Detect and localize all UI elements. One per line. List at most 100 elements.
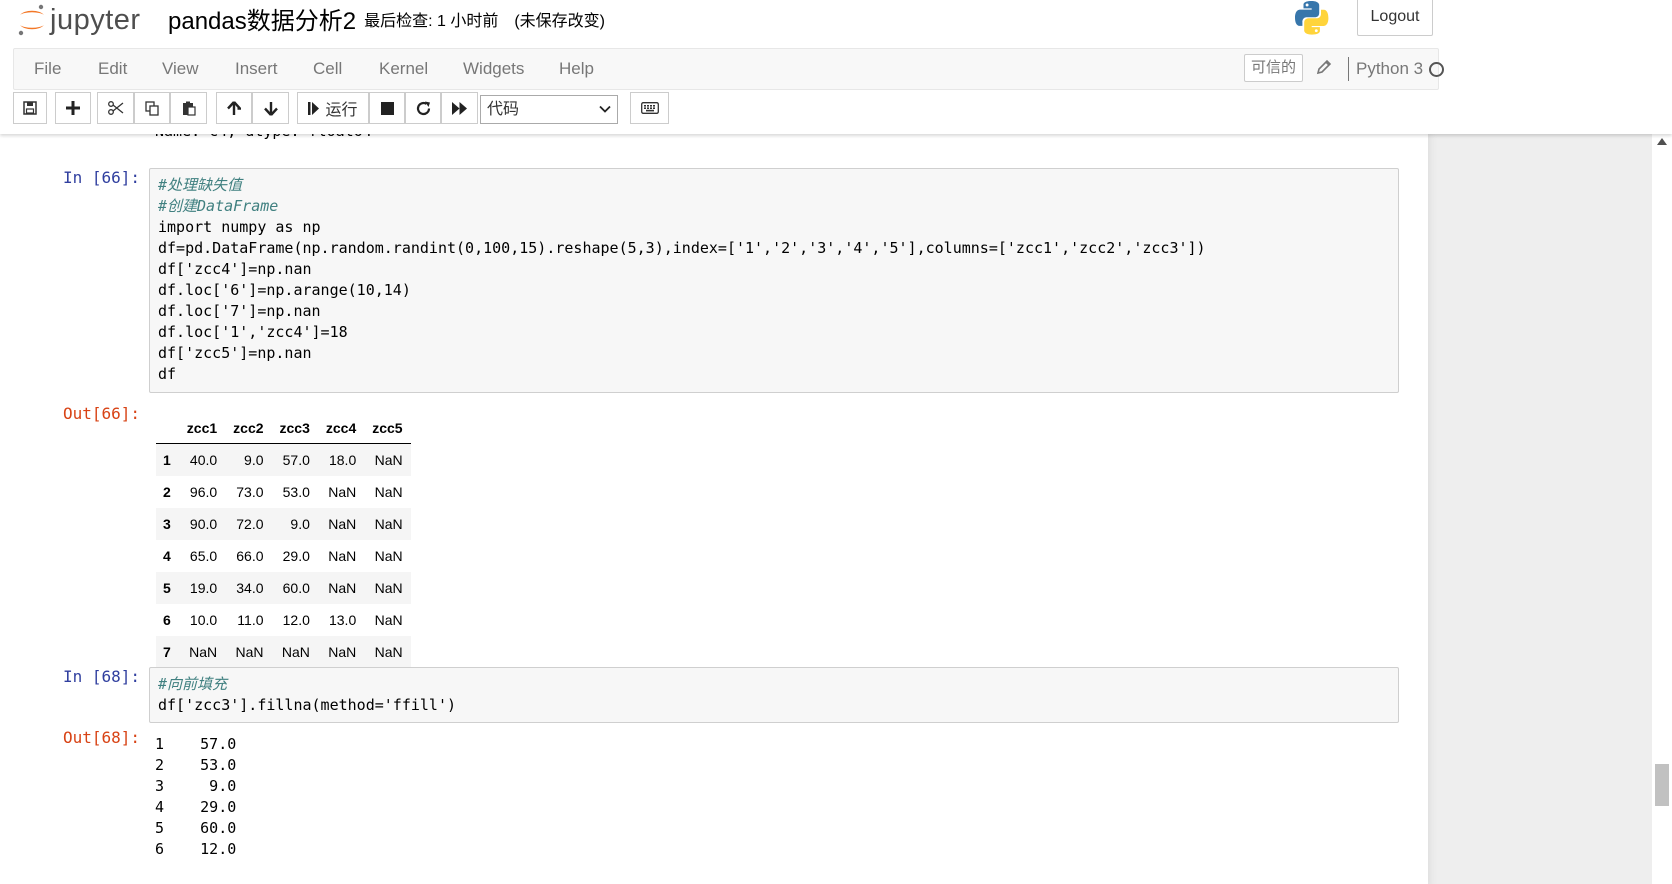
table-cell: NaN (374, 484, 403, 500)
code-line: df['zcc5']=np.nan (158, 344, 312, 362)
menu-help[interactable]: Help (559, 49, 594, 89)
table-cell: NaN (328, 548, 357, 564)
output-line: 2 53.0 (155, 756, 237, 774)
code-editor[interactable]: #向前填充 df['zcc3'].fillna(method='ffill') (158, 674, 456, 716)
code-line: df=pd.DataFrame(np.random.randint(0,100,… (158, 239, 1206, 257)
output-line: 3 9.0 (155, 777, 237, 795)
run-cell-button[interactable]: 运行 (297, 92, 369, 124)
input-prompt: In [68]: (62, 667, 140, 686)
menu-widgets[interactable]: Widgets (463, 49, 524, 89)
output-prompt: Out[66]: (62, 404, 140, 423)
cut-button[interactable] (97, 92, 134, 124)
table-cell: NaN (374, 548, 403, 564)
table-cell: 60.0 (282, 580, 310, 596)
code-cell-input[interactable]: #处理缺失值 #创建DataFrame import numpy as np d… (149, 168, 1399, 393)
output-prompt: Out[68]: (62, 728, 140, 747)
vertical-scrollbar[interactable] (1652, 134, 1672, 884)
notebook-container: Name: c4, dtype: float64 In [66]: #处理缺失值… (0, 134, 1672, 884)
table-cell: 96.0 (189, 484, 218, 500)
table-cell: 12.0 (282, 612, 310, 628)
code-line: df['zcc3'].fillna(method='ffill') (158, 696, 457, 714)
table-cell: 9.0 (244, 452, 264, 468)
menu-file[interactable]: File (34, 49, 61, 89)
table-row: 7 NaN NaN NaN NaN NaN (156, 636, 411, 668)
scroll-up-arrow-icon[interactable] (1657, 138, 1667, 145)
trusted-notebook-badge[interactable]: 可信的 (1244, 54, 1304, 82)
menu-kernel[interactable]: Kernel (379, 49, 428, 89)
menu-bar: File Edit View Insert Cell Kernel Widget… (13, 48, 1444, 90)
notebook-page: Name: c4, dtype: float64 In [66]: #处理缺失值… (0, 134, 1428, 884)
fast-forward-icon (451, 101, 467, 115)
menu-cell[interactable]: Cell (313, 49, 342, 89)
table-cell: 10.0 (189, 612, 218, 628)
table-cell: NaN (328, 484, 357, 500)
logout-button[interactable]: Logout (1357, 0, 1433, 36)
table-cell: NaN (328, 580, 357, 596)
table-cell: 40.0 (189, 452, 218, 468)
move-up-button[interactable] (216, 92, 252, 124)
table-cell: NaN (374, 580, 403, 596)
code-line: df['zcc4']=np.nan (158, 260, 312, 278)
jupyter-logo-text: jupyter (50, 3, 141, 36)
code-line: #向前填充 (158, 675, 228, 693)
table-cell: 66.0 (236, 548, 264, 564)
save-button[interactable] (13, 92, 47, 124)
table-row: 6 10.0 11.0 12.0 13.0 NaN (156, 604, 411, 636)
table-cell: 73.0 (236, 484, 264, 500)
jupyter-logo-icon (18, 4, 44, 36)
interrupt-kernel-button[interactable] (369, 92, 405, 124)
table-body: 1 40.0 9.0 57.0 18.0 NaN 2 96.0 73.0 53.0 NaN NaN 3 9… (156, 443, 411, 668)
row-index: 6 (163, 612, 171, 628)
table-cell: 72.0 (236, 516, 264, 532)
table-row: 4 65.0 66.0 29.0 NaN NaN (156, 540, 411, 572)
column-header: zcc1 (178, 412, 226, 444)
kernel-name[interactable]: Python 3 (1356, 49, 1423, 89)
paste-button[interactable] (170, 92, 207, 124)
step-forward-icon (308, 101, 320, 115)
row-index: 1 (163, 452, 171, 468)
row-index: 3 (163, 516, 171, 532)
copy-icon (145, 100, 159, 116)
table-cell: NaN (235, 644, 264, 660)
code-cell-input[interactable]: #向前填充 df['zcc3'].fillna(method='ffill') (149, 667, 1399, 723)
checkpoint-status: 最后检查: 1 小时前 (364, 13, 499, 30)
input-prompt: In [66]: (62, 168, 140, 187)
output-line: 5 60.0 (155, 819, 237, 837)
dataframe-table: zcc1 zcc2 zcc3 zcc4 zcc5 1 40.0 9.0 57.0 18.… (156, 412, 411, 668)
table-cell: NaN (374, 516, 403, 532)
jupyter-logo[interactable]: jupyter (18, 0, 141, 40)
table-cell: 34.0 (236, 580, 264, 596)
table-row: 2 96.0 73.0 53.0 NaN NaN (156, 476, 411, 508)
column-header: zcc4 (317, 412, 365, 444)
command-palette-button[interactable] (630, 92, 669, 124)
table-cell: NaN (374, 644, 403, 660)
table-cell: 90.0 (189, 516, 218, 532)
menu-edit[interactable]: Edit (98, 49, 127, 89)
scrollbar-thumb[interactable] (1655, 764, 1669, 806)
notebook-name[interactable]: pandas数据分析2 (168, 1, 356, 36)
table-cell: 18.0 (328, 452, 357, 468)
previous-cell-output: Name: c4, dtype: float64 (155, 134, 372, 142)
code-line: df.loc['7']=np.nan (158, 302, 321, 320)
run-label: 运行 (325, 102, 358, 119)
table-cell: NaN (374, 612, 403, 628)
kernel-idle-indicator-icon (1429, 62, 1444, 77)
copy-button[interactable] (134, 92, 170, 124)
move-down-button[interactable] (252, 92, 289, 124)
menu-view[interactable]: View (162, 49, 199, 89)
restart-kernel-button[interactable] (405, 92, 441, 124)
menu-insert[interactable]: Insert (235, 49, 278, 89)
notebook-title: pandas数据分析2 最后检查: 1 小时前 (未保存改变) (168, 0, 605, 36)
scissors-icon (107, 101, 123, 115)
code-editor[interactable]: #处理缺失值 #创建DataFrame import numpy as np d… (158, 175, 1206, 385)
notebook-header: jupyter pandas数据分析2 最后检查: 1 小时前 (未保存改变) … (0, 0, 1672, 134)
main-toolbar: 运行 代码 (0, 92, 1672, 128)
restart-run-all-button[interactable] (441, 92, 478, 124)
keyboard-icon (640, 102, 659, 114)
code-line: #处理缺失值 (158, 176, 243, 194)
output-line: 4 29.0 (155, 798, 237, 816)
insert-cell-button[interactable] (55, 92, 91, 124)
cell-type-select[interactable]: 代码 (480, 95, 618, 124)
column-header: zcc2 (225, 412, 272, 444)
row-index: 7 (163, 644, 171, 660)
